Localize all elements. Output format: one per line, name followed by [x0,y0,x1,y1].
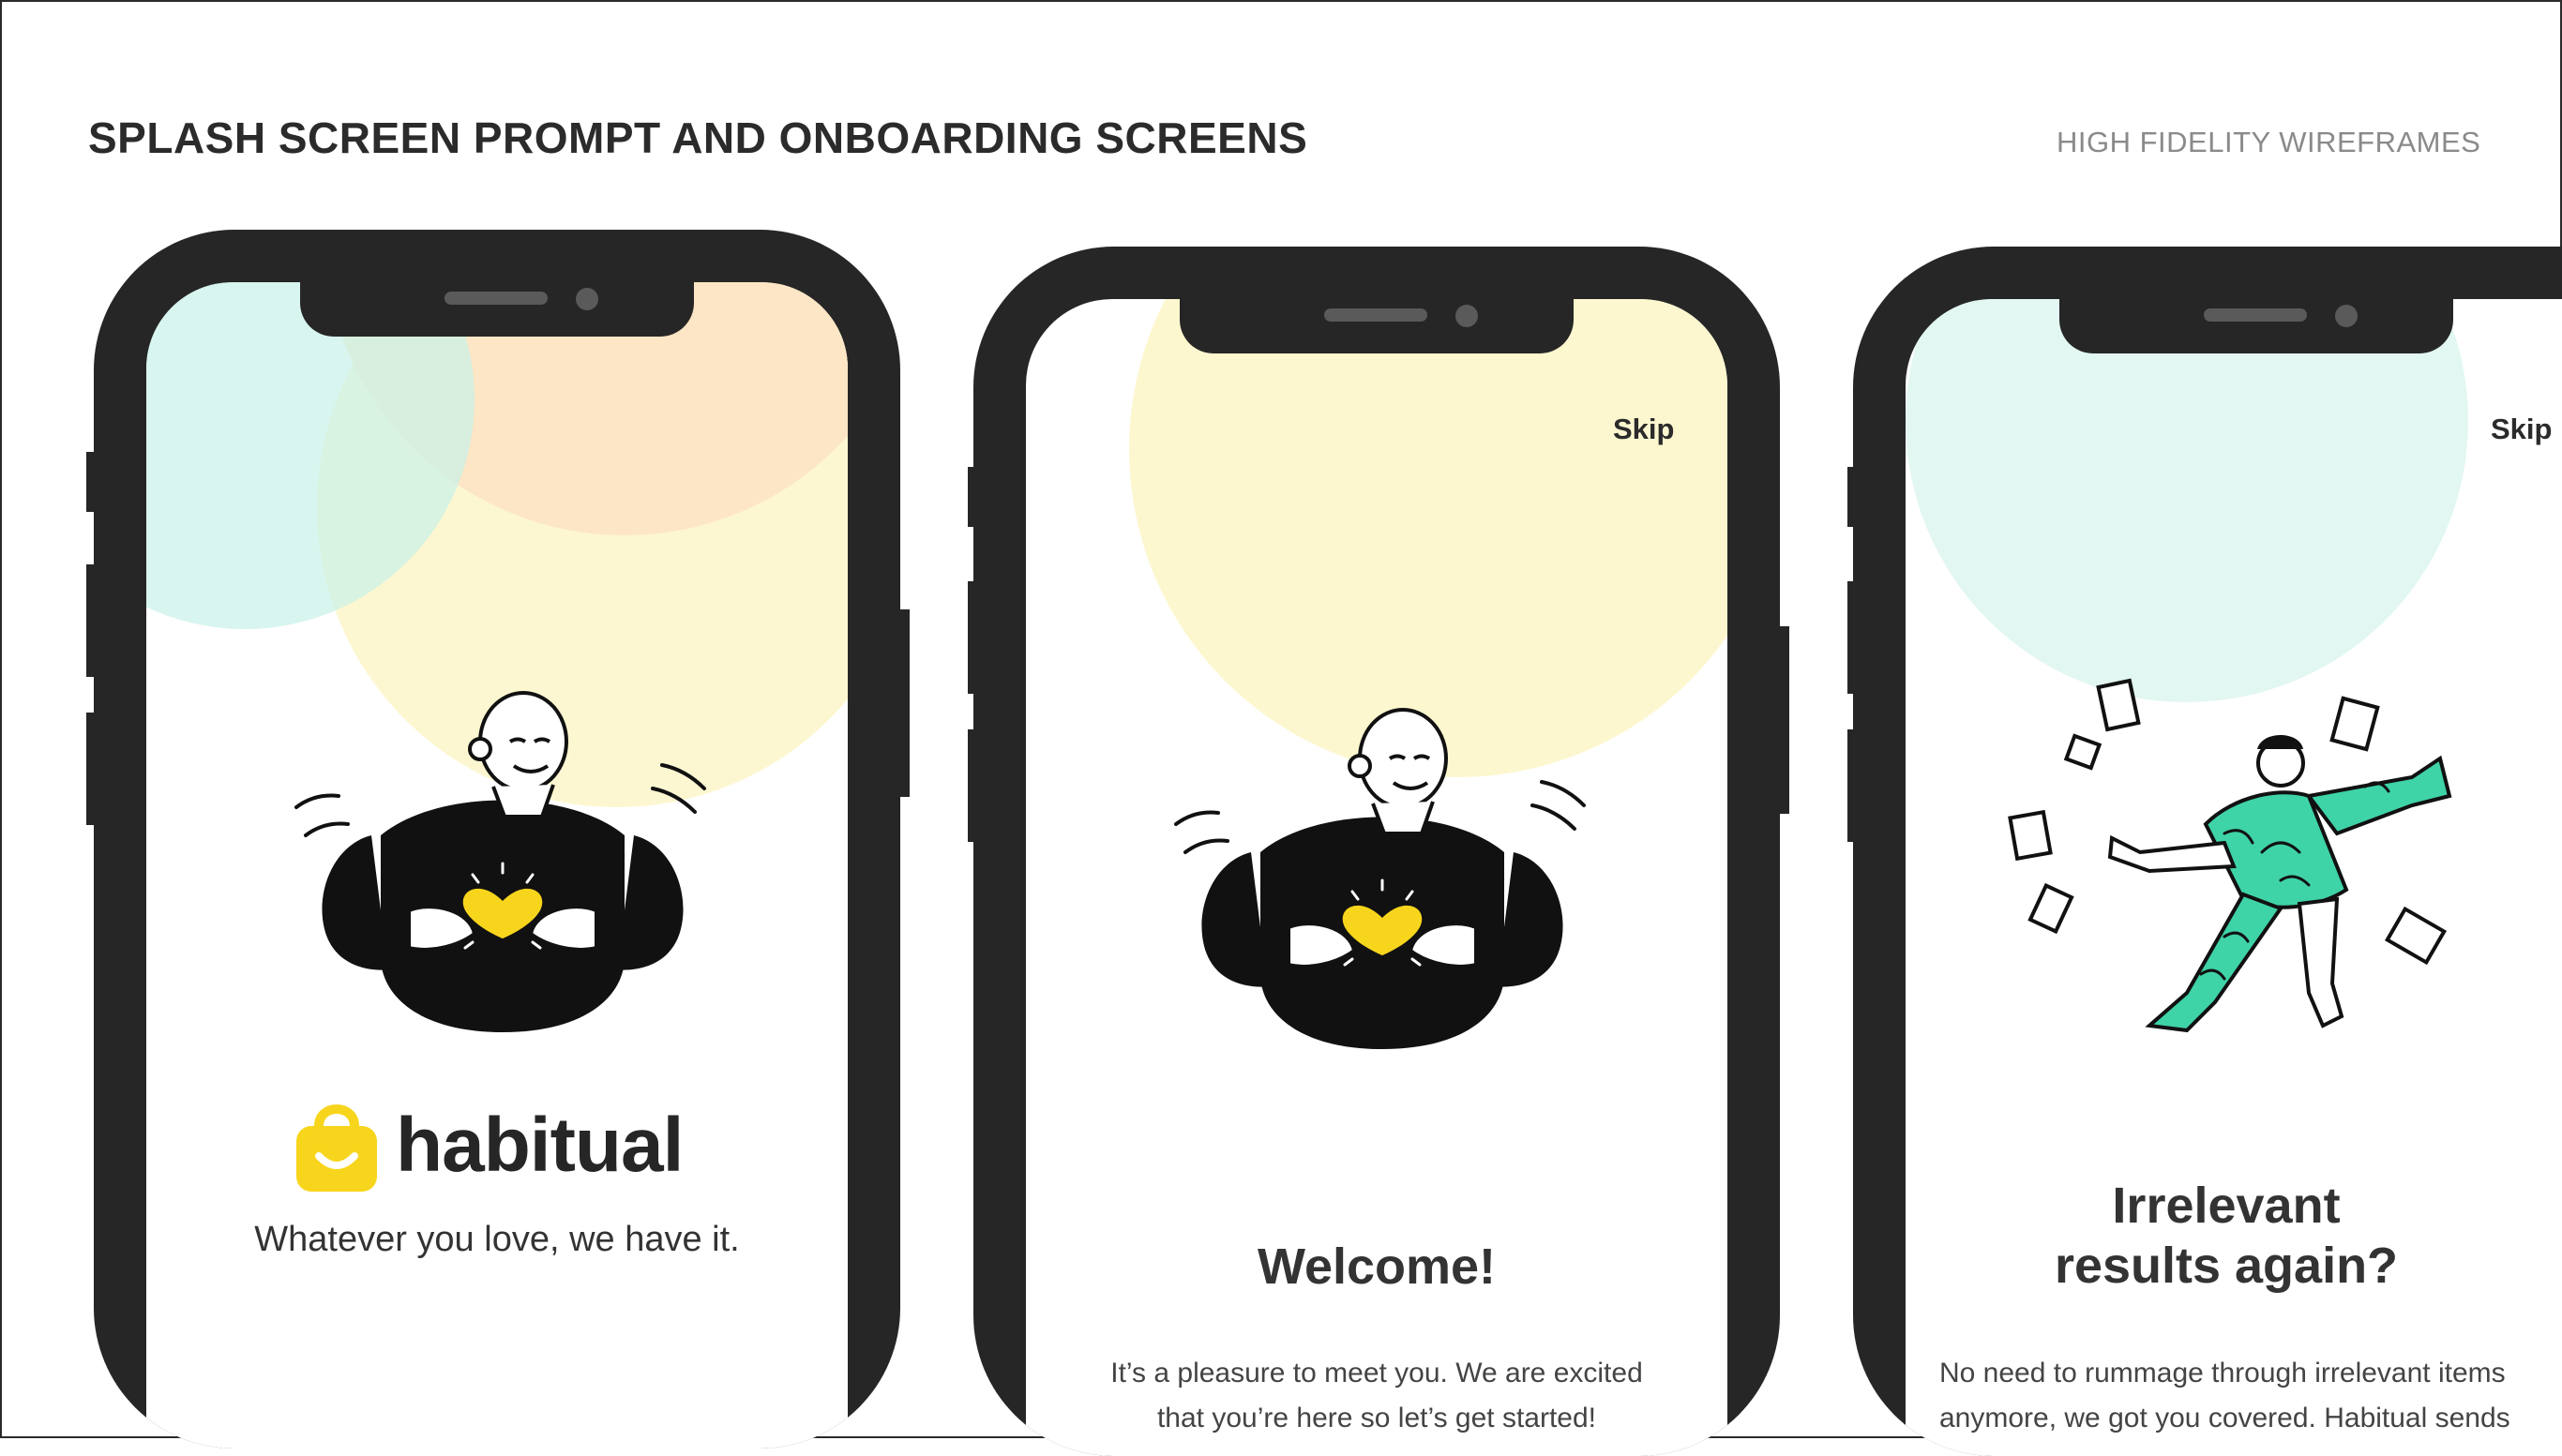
irrelevant-screen: Skip Irrelevant results again? No need t… [1906,299,2562,1456]
shopping-bag-smile-icon [296,1104,377,1192]
welcome-body-line1: It’s a pleasure to meet you. We are exci… [1110,1358,1643,1388]
speaker-grille [445,292,548,305]
front-camera [1455,305,1478,327]
heart-hug-illustration [1174,708,1586,1049]
heart-hug-illustration [294,691,706,1032]
skip-button[interactable]: Skip [2491,413,2552,446]
welcome-title: Welcome! [1257,1238,1497,1295]
phone-splash: habitual Whatever you love, we have it. [94,230,900,1448]
page-title: SPLASH SCREEN PROMPT AND ONBOARDING SCRE… [88,113,1308,162]
speaker-grille [1324,308,1427,322]
front-camera [2335,305,2358,327]
welcome-screen: Skip Welcome! It’s a pleasure to meet yo… [1026,299,1727,1456]
phone-irrelevant: Skip Irrelevant results again? No need t… [1853,247,2562,1456]
phone-notch [1180,299,1574,353]
irrelevant-title-line2: results again? [2054,1238,2399,1294]
bg-circle-mint [1906,299,2468,702]
welcome-body-line2: that you’re here so let’s get started! [1156,1403,1597,1433]
irrelevant-title-line1: Irrelevant [2112,1178,2341,1234]
phone-notch [2059,299,2453,353]
page-tag: HIGH FIDELITY WIREFRAMES [2057,126,2481,158]
irrelevant-body-line2: anymore, we got you covered. Habitual se… [1939,1403,2510,1433]
splash-screen: habitual Whatever you love, we have it. [146,282,848,1448]
brand-name: habitual [396,1103,684,1188]
phone-welcome: Skip Welcome! It’s a pleasure to meet yo… [973,247,1780,1456]
front-camera [576,288,598,310]
papers-flying-illustration [2008,678,2452,1033]
irrelevant-body-line1: No need to rummage through irrelevant it… [1939,1358,2506,1388]
speaker-grille [2204,308,2307,322]
skip-button[interactable]: Skip [1613,413,1674,446]
splash-tagline: Whatever you love, we have it. [254,1220,740,1259]
phone-notch [300,282,694,337]
brand-logo: habitual [293,1098,684,1193]
